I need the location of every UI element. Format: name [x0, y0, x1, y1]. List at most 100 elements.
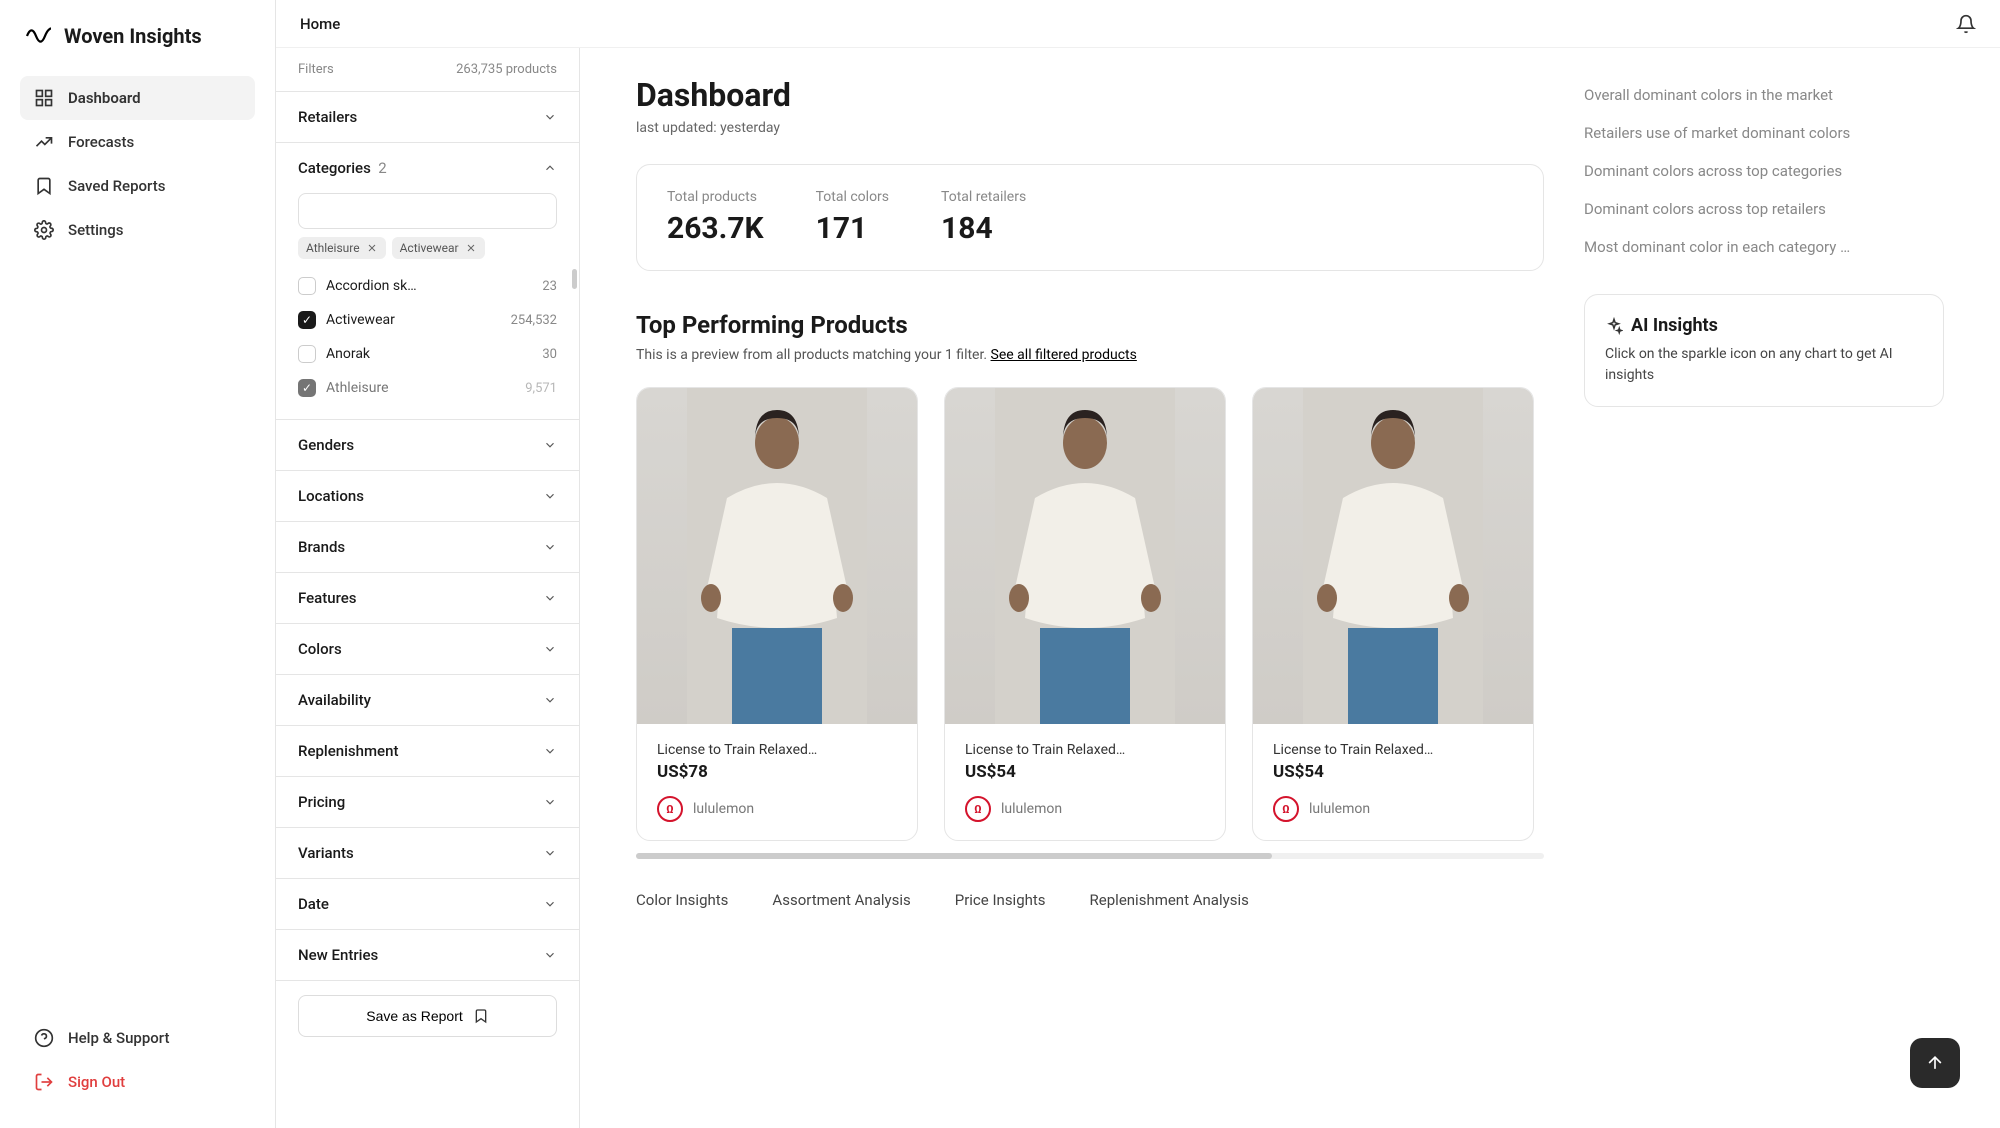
scrollbar-thumb[interactable] [636, 853, 1272, 859]
notifications-icon[interactable] [1956, 14, 1976, 34]
chevron-down-icon [543, 642, 557, 656]
nav-label: Dashboard [68, 89, 141, 107]
filter-colors[interactable]: Colors [276, 624, 579, 675]
tab-assortment-analysis[interactable]: Assortment Analysis [772, 883, 910, 917]
category-row[interactable]: Anorak30 [298, 337, 557, 371]
insight-links: Overall dominant colors in the market Re… [1584, 76, 1944, 266]
nav-dashboard[interactable]: Dashboard [20, 76, 255, 120]
nav-saved-reports[interactable]: Saved Reports [20, 164, 255, 208]
checkbox[interactable] [298, 345, 316, 363]
insight-link[interactable]: Dominant colors across top retailers [1584, 190, 1944, 228]
product-scrollbar[interactable] [636, 853, 1544, 859]
tab-replenishment-analysis[interactable]: Replenishment Analysis [1090, 883, 1249, 917]
chip-athleisure: Athleisure [298, 237, 386, 259]
filter-brands[interactable]: Brands [276, 522, 579, 573]
category-row[interactable]: ✓Athleisure9,571 [298, 371, 557, 405]
app-name: Woven Insights [64, 24, 202, 48]
main-sidebar: Woven Insights Dashboard Forecasts Saved… [0, 0, 276, 1128]
insight-link[interactable]: Most dominant color in each category … [1584, 228, 1944, 266]
dashboard-icon [34, 88, 54, 108]
gear-icon [34, 220, 54, 240]
filter-replenishment[interactable]: Replenishment [276, 726, 579, 777]
product-price: US$54 [1273, 762, 1513, 782]
insight-link[interactable]: Retailers use of market dominant colors [1584, 114, 1944, 152]
nav-signout[interactable]: Sign Out [20, 1060, 255, 1104]
arrow-up-icon [1925, 1053, 1945, 1073]
ai-insights-text: Click on the sparkle icon on any chart t… [1605, 344, 1923, 386]
main-nav: Dashboard Forecasts Saved Reports Settin… [0, 76, 275, 1016]
product-name: License to Train Relaxed… [657, 742, 897, 758]
filter-date[interactable]: Date [276, 879, 579, 930]
bookmark-icon [473, 1008, 489, 1024]
logo-icon [24, 27, 54, 45]
nav-label: Forecasts [68, 133, 134, 151]
forecasts-icon [34, 132, 54, 152]
filter-genders[interactable]: Genders [276, 420, 579, 471]
close-icon[interactable] [366, 242, 378, 254]
product-price: US$54 [965, 762, 1205, 782]
analysis-tabs: Color Insights Assortment Analysis Price… [636, 883, 1544, 917]
checkbox[interactable]: ✓ [298, 311, 316, 329]
page-title: Dashboard [636, 76, 1544, 114]
chevron-down-icon [543, 744, 557, 758]
chevron-up-icon [543, 161, 557, 175]
category-search-input[interactable] [298, 193, 557, 229]
product-image [1253, 388, 1533, 724]
filter-features[interactable]: Features [276, 573, 579, 624]
nav-forecasts[interactable]: Forecasts [20, 120, 255, 164]
selected-chips: Athleisure Activewear [276, 237, 579, 269]
close-icon[interactable] [465, 242, 477, 254]
product-card[interactable]: License to Train Relaxed… US$78 Ωlululem… [636, 387, 918, 841]
person-illustration [1303, 388, 1483, 724]
category-row[interactable]: Accordion sk…23 [298, 269, 557, 303]
signout-icon [34, 1072, 54, 1092]
filter-header: Filters 263,735 products [276, 48, 579, 92]
filter-locations[interactable]: Locations [276, 471, 579, 522]
filter-retailers[interactable]: Retailers [276, 92, 579, 143]
filter-availability[interactable]: Availability [276, 675, 579, 726]
product-card[interactable]: License to Train Relaxed… US$54 Ωlululem… [1252, 387, 1534, 841]
bookmark-icon [34, 176, 54, 196]
person-illustration [995, 388, 1175, 724]
filter-product-count: 263,735 products [456, 62, 557, 77]
filter-categories: Categories 2 Athleisure Activewear Accor… [276, 143, 579, 420]
chevron-down-icon [543, 948, 557, 962]
nav-settings[interactable]: Settings [20, 208, 255, 252]
save-as-report-button[interactable]: Save as Report [298, 995, 557, 1037]
filter-variants[interactable]: Variants [276, 828, 579, 879]
chevron-down-icon [543, 846, 557, 860]
stat-total-colors: Total colors171 [816, 189, 889, 246]
sparkle-icon [1605, 317, 1623, 335]
logo: Woven Insights [0, 24, 275, 76]
scrollbar-thumb[interactable] [572, 269, 577, 289]
chip-activewear: Activewear [392, 237, 485, 259]
category-row[interactable]: ✓Activewear254,532 [298, 303, 557, 337]
top-products-title: Top Performing Products [636, 311, 1544, 339]
ai-insights-title: AI Insights [1605, 315, 1923, 336]
insight-link[interactable]: Dominant colors across top categories [1584, 152, 1944, 190]
product-brand: Ωlululemon [965, 796, 1205, 822]
category-selected-count: 2 [378, 159, 386, 177]
checkbox[interactable] [298, 277, 316, 295]
product-carousel[interactable]: License to Train Relaxed… US$78 Ωlululem… [636, 387, 1544, 841]
tab-price-insights[interactable]: Price Insights [955, 883, 1046, 917]
product-brand: Ωlululemon [1273, 796, 1513, 822]
chevron-down-icon [543, 693, 557, 707]
filter-categories-toggle[interactable]: Categories 2 [276, 143, 579, 193]
scroll-to-top-button[interactable] [1910, 1038, 1960, 1088]
filter-pricing[interactable]: Pricing [276, 777, 579, 828]
insight-link[interactable]: Overall dominant colors in the market [1584, 76, 1944, 114]
nav-label: Saved Reports [68, 177, 165, 195]
nav-help[interactable]: Help & Support [20, 1016, 255, 1060]
dashboard-content: Dashboard last updated: yesterday Total … [580, 48, 2000, 1128]
ai-insights-box: AI Insights Click on the sparkle icon on… [1584, 294, 1944, 407]
tab-color-insights[interactable]: Color Insights [636, 883, 728, 917]
checkbox[interactable]: ✓ [298, 379, 316, 397]
product-image [637, 388, 917, 724]
filter-new-entries[interactable]: New Entries [276, 930, 579, 981]
nav-label: Sign Out [68, 1073, 125, 1091]
nav-bottom: Help & Support Sign Out [0, 1016, 275, 1104]
see-all-link[interactable]: See all filtered products [991, 347, 1137, 363]
product-card[interactable]: License to Train Relaxed… US$54 Ωlululem… [944, 387, 1226, 841]
chevron-down-icon [543, 795, 557, 809]
